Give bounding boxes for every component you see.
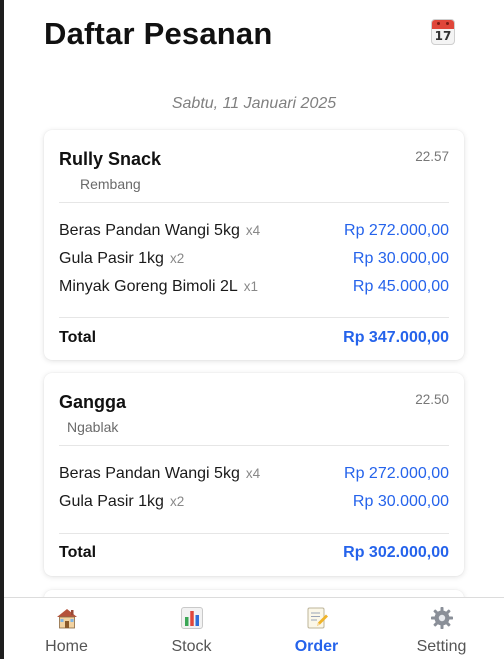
- item-qty: x2: [169, 251, 185, 266]
- order-card[interactable]: Rully Snack 22.57 Rembang Beras Pandan W…: [44, 130, 464, 360]
- order-item: Gula Pasir 1kg x2 Rp 30.000,00: [59, 250, 449, 272]
- order-card[interactable]: Gangga 22.50 Ngablak Beras Pandan Wangi …: [44, 373, 464, 576]
- item-price: Rp 272.000,00: [344, 222, 449, 239]
- nav-label: Stock: [171, 638, 212, 655]
- bar-chart-icon: [180, 607, 203, 629]
- house-icon: [56, 609, 77, 629]
- nav-item-order[interactable]: Order: [254, 598, 379, 659]
- item-price: Rp 30.000,00: [352, 493, 449, 510]
- customer-name: Rully Snack: [59, 149, 162, 169]
- item-price: Rp 45.000,00: [352, 278, 449, 295]
- app-screen: Daftar Pesanan 17 Sabtu, 11 Januari 2025…: [4, 0, 504, 659]
- item-qty: x4: [245, 223, 261, 238]
- nav-item-stock[interactable]: Stock: [129, 598, 254, 659]
- item-qty: x1: [243, 279, 259, 294]
- total-value: Rp 302.000,00: [343, 544, 449, 561]
- item-qty: x2: [169, 494, 185, 509]
- memo-icon: [307, 607, 328, 629]
- nav-item-home[interactable]: Home: [4, 598, 129, 659]
- bottom-nav: Home Stock Order Setting: [4, 597, 504, 659]
- calendar-icon[interactable]: 17: [431, 19, 455, 45]
- total-label: Total: [59, 544, 97, 561]
- order-item: Beras Pandan Wangi 5kg x4 Rp 272.000,00: [59, 222, 449, 244]
- divider: [59, 202, 449, 203]
- item-name: Beras Pandan Wangi 5kg: [59, 222, 240, 239]
- item-price: Rp 30.000,00: [352, 250, 449, 267]
- item-name: Gula Pasir 1kg: [59, 493, 164, 510]
- nav-item-setting[interactable]: Setting: [379, 598, 504, 659]
- divider: [59, 445, 449, 446]
- item-qty: x4: [245, 466, 261, 481]
- order-item: Gula Pasir 1kg x2 Rp 30.000,00: [59, 493, 449, 515]
- order-time: 22.57: [415, 149, 449, 164]
- header: Daftar Pesanan 17: [4, 0, 504, 80]
- nav-label: Order: [294, 638, 339, 655]
- divider: [59, 317, 449, 318]
- item-name: Gula Pasir 1kg: [59, 250, 164, 267]
- customer-location: Ngablak: [67, 419, 119, 435]
- calendar-icon-top: [432, 20, 454, 29]
- order-item: Beras Pandan Wangi 5kg x4 Rp 272.000,00: [59, 465, 449, 487]
- item-name: Minyak Goreng Bimoli 2L: [59, 278, 238, 295]
- gear-icon: [430, 607, 453, 629]
- page-title: Daftar Pesanan: [44, 16, 273, 51]
- item-price: Rp 272.000,00: [344, 465, 449, 482]
- total-label: Total: [59, 329, 97, 346]
- order-time: 22.50: [415, 392, 449, 407]
- divider: [59, 533, 449, 534]
- item-name: Beras Pandan Wangi 5kg: [59, 465, 240, 482]
- date-label: Sabtu, 11 Januari 2025: [171, 95, 337, 112]
- calendar-icon-day: 17: [434, 29, 452, 43]
- customer-name: Gangga: [59, 392, 127, 412]
- total-value: Rp 347.000,00: [343, 329, 449, 346]
- nav-label: Setting: [416, 638, 467, 655]
- customer-location: Rembang: [80, 176, 141, 192]
- order-item: Minyak Goreng Bimoli 2L x1 Rp 45.000,00: [59, 278, 449, 300]
- nav-label: Home: [45, 638, 88, 655]
